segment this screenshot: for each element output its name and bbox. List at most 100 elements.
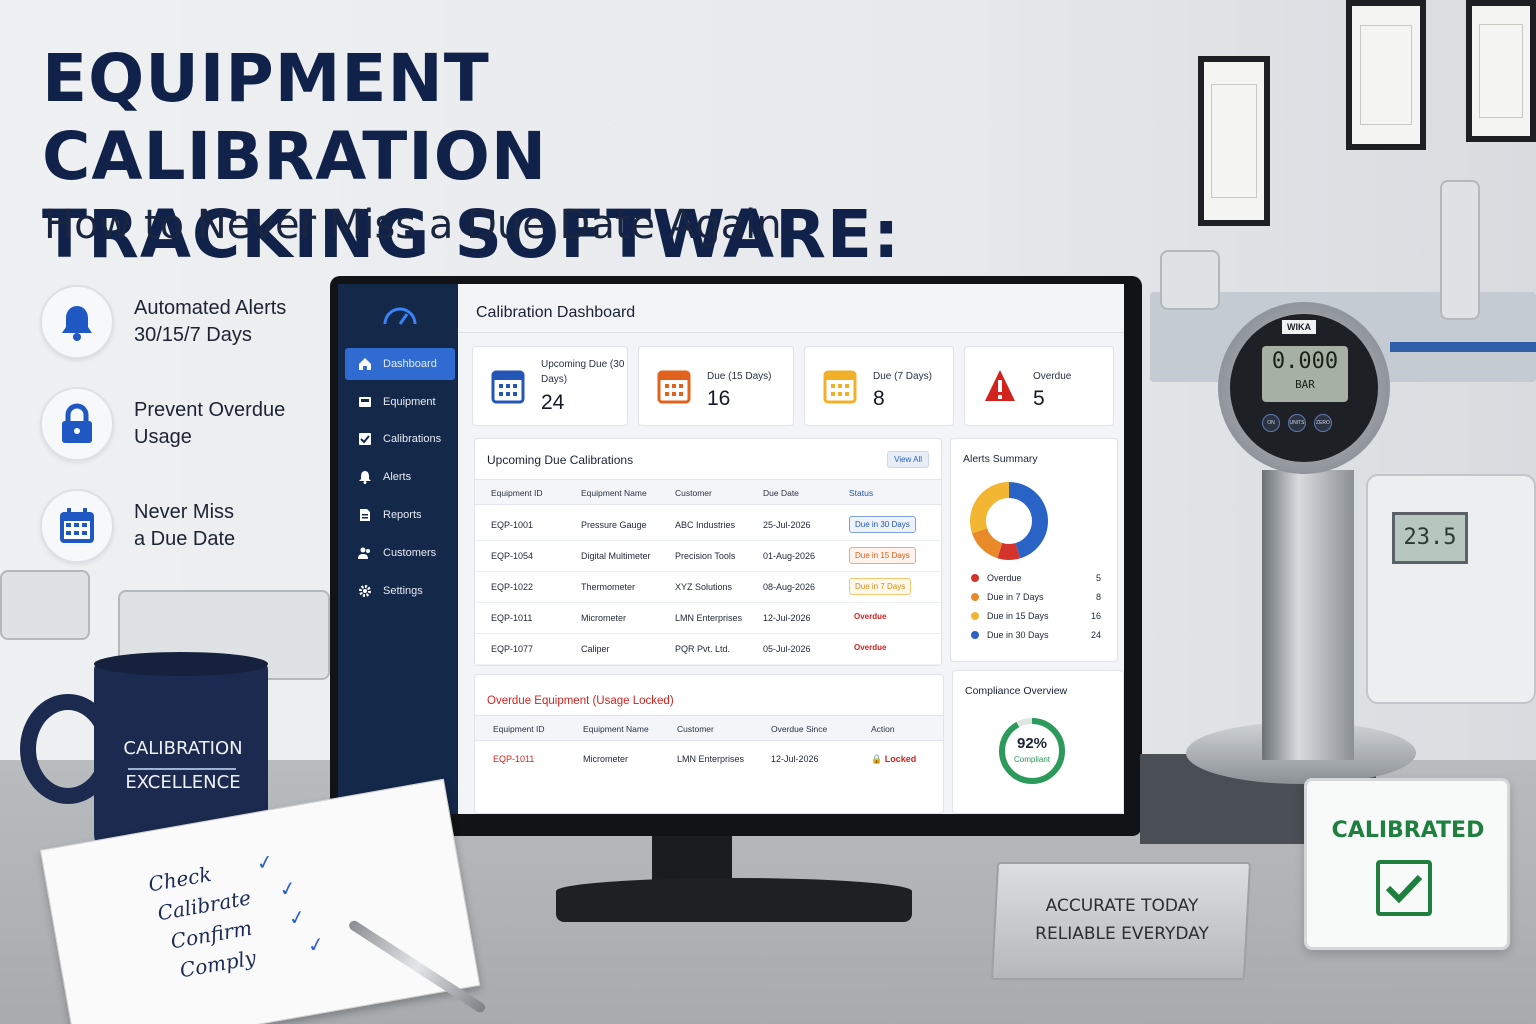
cell-equipment-name: Micrometer <box>581 613 627 623</box>
sidebar-item-calibrations[interactable]: Calibrations <box>345 423 455 455</box>
page-subtitle: How to Never Miss a Due Date Again <box>44 202 782 248</box>
col-due-date: Due Date <box>763 488 799 498</box>
legend-dot <box>971 593 979 601</box>
feature-text: Prevent Overdue Usage <box>134 397 285 451</box>
cell-equipment-id[interactable]: EQP-1011 <box>493 754 534 764</box>
lab-shelf-rail <box>1390 342 1536 352</box>
sidebar-item-dashboard[interactable]: Dashboard <box>345 348 455 380</box>
title-line-1: EQUIPMENT CALIBRATION <box>42 40 548 195</box>
gauge-reading: 0.000 <box>1271 349 1339 374</box>
table-row[interactable]: EQP-1054 Digital Multimeter Precision Tool… <box>475 540 941 572</box>
sidebar-item-customers[interactable]: Customers <box>345 537 455 569</box>
cell-equipment-name: Pressure Gauge <box>581 520 647 530</box>
stat-value: 8 <box>873 387 885 410</box>
status-badge: Due in 30 Days <box>849 516 916 533</box>
feature-automated-alerts: Automated Alerts 30/15/7 Days <box>40 282 320 362</box>
table-row[interactable]: EQP-1011 Micrometer LMN Enterprises 12-J… <box>475 743 943 775</box>
action-label: Locked <box>884 754 917 764</box>
table-header: Equipment ID Equipment Name Customer Ove… <box>475 715 943 741</box>
feature-line: a Due Date <box>134 528 236 550</box>
sidebar-item-reports[interactable]: Reports <box>345 499 455 531</box>
certificate-frame <box>1198 56 1270 226</box>
lab-equipment <box>0 570 90 640</box>
compliance-panel: Compliance Overview 92% Compliant <box>952 670 1124 814</box>
cell-equipment-name: Digital Multimeter <box>581 551 651 561</box>
sidebar-item-settings[interactable]: Settings <box>345 575 455 607</box>
calendar-icon <box>491 367 525 410</box>
stat-card-upcoming-30[interactable]: Upcoming Due (30 Days) 24 <box>472 346 628 426</box>
calendar-icon <box>40 489 114 563</box>
cell-equipment-id: EQP-1077 <box>491 644 534 654</box>
cell-customer: XYZ Solutions <box>675 582 733 592</box>
cell-customer: Precision Tools <box>675 551 736 561</box>
table-row[interactable]: EQP-1011 Micrometer LMN Enterprises 12-Jul-… <box>475 602 941 634</box>
note-check: Check <box>146 861 214 897</box>
table-row[interactable]: EQP-1022 Thermometer XYZ Solutions 08-Aug-2… <box>475 571 941 603</box>
legend-value: 8 <box>1095 592 1101 602</box>
cell-due-date: 01-Aug-2026 <box>763 551 816 561</box>
legend-dot <box>971 631 979 639</box>
cell-customer: LMN Enterprises <box>675 613 743 623</box>
table-row[interactable]: EQP-1077 Caliper PQR Pvt. Ltd. 05-Jul-2026 O… <box>475 633 941 665</box>
bell-icon <box>40 285 114 359</box>
cell-equipment-id: EQP-1054 <box>491 551 534 561</box>
stat-value: 24 <box>541 391 565 414</box>
status-badge: Overdue <box>854 643 887 652</box>
feature-prevent-overdue: Prevent Overdue Usage <box>40 384 320 464</box>
gauge-zero-button: ZERO <box>1314 414 1332 432</box>
cell-equipment-name: Caliper <box>581 644 610 654</box>
certificate-frame <box>1346 0 1426 150</box>
mug-divider <box>128 768 236 770</box>
legend-item: Overdue 5 <box>971 573 1101 583</box>
gauge-units-button: UNITS <box>1288 414 1306 432</box>
calibrator-device <box>1366 474 1536 704</box>
cell-due-date: 05-Jul-2026 <box>763 644 811 654</box>
lock-icon <box>40 387 114 461</box>
dashboard-title: Calibration Dashboard <box>476 304 636 321</box>
stat-label: Due (7 Days) <box>873 371 932 382</box>
upcoming-due-panel: Upcoming Due Calibrations View All Equip… <box>474 438 942 666</box>
cell-equipment-id: EQP-1011 <box>491 613 533 623</box>
stat-card-due-15[interactable]: Due (15 Days) 16 <box>638 346 794 426</box>
sidebar: Dashboard Equipment Calibrations Alerts … <box>338 284 458 814</box>
legend-label: Overdue <box>987 573 1022 583</box>
col-equipment-name: Equipment Name <box>583 724 649 734</box>
cell-equipment-id: EQP-1022 <box>491 582 534 592</box>
note-comply: Comply <box>177 945 258 983</box>
checkmark-icon: ✓ <box>305 933 327 958</box>
mug-text-line-2: EXCELLENCE <box>125 772 241 793</box>
stat-card-due-7[interactable]: Due (7 Days) 8 <box>804 346 954 426</box>
sidebar-item-alerts[interactable]: Alerts <box>345 461 455 493</box>
cell-customer: ABC Industries <box>675 520 736 530</box>
report-icon <box>357 507 373 523</box>
warning-icon <box>983 367 1017 410</box>
legend-dot <box>971 612 979 620</box>
cell-due-date: 12-Jul-2026 <box>763 613 811 623</box>
col-status: Status <box>849 488 874 498</box>
home-icon <box>357 356 373 372</box>
cell-customer: LMN Enterprises <box>677 754 745 764</box>
alerts-summary-panel: Alerts Summary Overdue 5 Due in 7 Days 8 Due… <box>950 438 1118 662</box>
locked-action[interactable]: 🔒 Locked <box>871 754 916 765</box>
lock-icon: 🔒 <box>871 754 883 764</box>
col-equipment-id: Equipment ID <box>491 488 543 498</box>
stat-card-overdue[interactable]: Overdue 5 <box>964 346 1114 426</box>
stat-label: Upcoming Due (30 Days) <box>541 359 625 385</box>
table-header: Equipment ID Equipment Name Customer Due… <box>475 479 941 505</box>
status-badge: Due in 7 Days <box>849 578 912 595</box>
cell-overdue-since: 12-Jul-2026 <box>771 754 819 764</box>
legend-label: Due in 15 Days <box>987 611 1049 621</box>
table-row[interactable]: EQP-1001 Pressure Gauge ABC Industries 25-J… <box>475 509 941 541</box>
col-overdue-since: Overdue Since <box>771 724 828 734</box>
cell-equipment-name: Thermometer <box>581 582 636 592</box>
legend-item: Due in 7 Days 8 <box>971 592 1101 602</box>
panel-title: Compliance Overview <box>965 685 1068 697</box>
sidebar-item-label: Alerts <box>383 471 412 483</box>
calibrator-display: 23.5 <box>1392 512 1468 564</box>
legend-value: 24 <box>1090 630 1101 640</box>
legend-item: Due in 30 Days 24 <box>971 630 1101 640</box>
view-all-button[interactable]: View All <box>887 451 929 468</box>
checkmark-icon: ✓ <box>286 906 308 931</box>
sidebar-item-equipment[interactable]: Equipment <box>345 386 455 418</box>
gauge-stem <box>1262 470 1354 760</box>
